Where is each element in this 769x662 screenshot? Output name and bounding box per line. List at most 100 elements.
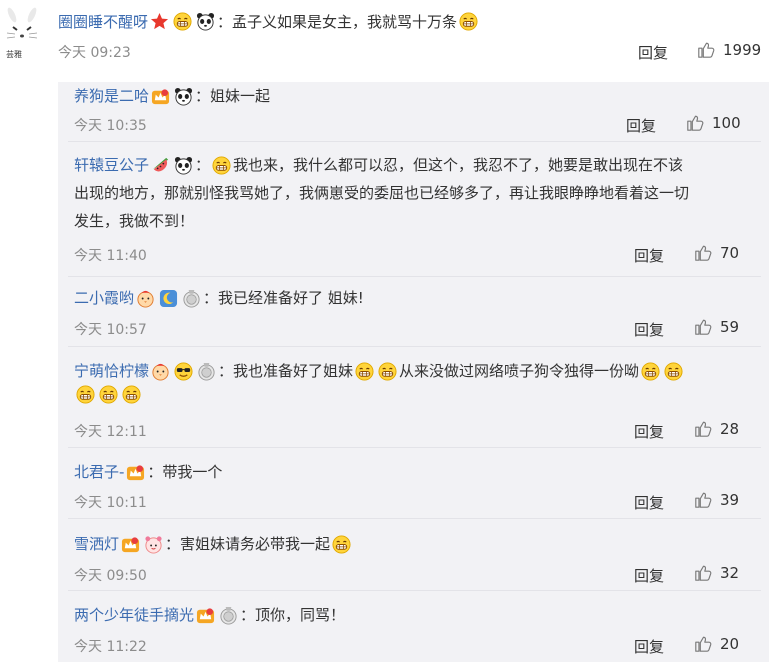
chick-badge-icon: [151, 362, 170, 381]
like-button[interactable]: 70: [694, 244, 739, 262]
reply-text-block: 轩辕豆公子 ： 我也来，我什么都可以忍，但这个，我忍不了，她要是敢出现在不该 出…: [74, 151, 752, 235]
like-thumb-icon: [694, 564, 712, 582]
main-comment: 芸雅 圈圈睡不醒呀 ：孟子义如果是女主，我就骂十万条 今天 09:23 回复 1…: [0, 0, 769, 82]
reply-time: 今天 10:11: [74, 495, 147, 511]
like-thumb-icon: [694, 635, 712, 653]
like-button[interactable]: 59: [694, 318, 739, 336]
reply-line: 二小霞哟 ：我已经准备好了 姐妹!: [74, 285, 364, 311]
reply-button[interactable]: 回复: [634, 245, 664, 266]
reply-time: 今天 10:57: [74, 322, 147, 338]
main-comment-time: 今天 09:23: [58, 45, 131, 61]
reply-line: 养狗是二哈 ：姐妹一起: [74, 83, 270, 109]
like-count: 1999: [723, 41, 762, 59]
like-count: 59: [720, 318, 740, 336]
reply-username[interactable]: 雪洒灯: [74, 531, 119, 557]
silver-medal-icon: [182, 289, 201, 308]
reply-item: 两个少年徒手摘光 ：顶你，同骂！ 今天 11:22 回复 20: [58, 591, 769, 662]
vip-crown-icon: [121, 535, 140, 554]
reply-text: ：我也准备好了姐妹: [218, 362, 354, 380]
moon-badge-icon: [159, 289, 178, 308]
reply-username[interactable]: 北君子-: [74, 459, 124, 485]
grin-emoji-icon: [173, 12, 192, 31]
grin-emoji-icon: [332, 535, 351, 554]
reply-button[interactable]: 回复: [634, 565, 664, 586]
grin-emoji-icon: [99, 385, 118, 404]
grin-emoji-icon: [664, 362, 683, 381]
like-button[interactable]: 20: [694, 635, 739, 653]
chick-badge-icon: [136, 289, 155, 308]
reply-text: ：姐妹一起: [195, 87, 271, 105]
like-button[interactable]: 39: [694, 491, 739, 509]
grin-emoji-icon: [355, 362, 374, 381]
girl-badge-icon: [144, 535, 163, 554]
panda-icon: [174, 87, 193, 106]
grin-emoji-icon: [122, 385, 141, 404]
reply-username[interactable]: 两个少年徒手摘光: [74, 602, 194, 628]
like-button[interactable]: 100: [686, 114, 741, 132]
reply-item: 轩辕豆公子 ： 我也来，我什么都可以忍，但这个，我忍不了，她要是敢出现在不该 出…: [58, 148, 769, 282]
like-count: 100: [712, 114, 741, 132]
watermelon-icon: [151, 156, 170, 175]
reply-item: 北君子- ：带我一个 今天 10:11 回复 39: [58, 448, 769, 519]
grin-emoji-icon: [641, 362, 660, 381]
reply-text: ：顶你，同骂！: [240, 606, 346, 624]
panda-icon: [196, 12, 215, 31]
reply-button[interactable]: 回复: [638, 42, 668, 63]
like-button[interactable]: 1999: [697, 41, 761, 59]
like-thumb-icon: [694, 420, 712, 438]
reply-time: 今天 11:22: [74, 639, 147, 655]
vip-crown-icon: [196, 606, 215, 625]
like-count: 20: [720, 635, 740, 653]
reply-button[interactable]: 回复: [634, 319, 664, 340]
divider: [68, 276, 761, 277]
reply-time: 今天 11:40: [74, 248, 147, 264]
reply-username[interactable]: 二小霞哟: [74, 285, 134, 311]
like-thumb-icon: [697, 41, 715, 59]
reply-text: ：带我一个: [147, 463, 223, 481]
grin-emoji-icon: [212, 156, 231, 175]
grin-emoji-icon: [378, 362, 397, 381]
reply-username[interactable]: 轩辕豆公子: [74, 151, 149, 179]
reply-text: ：我已经准备好了 姐妹!: [203, 289, 364, 307]
reply-line: 雪洒灯 ：害姐妹请务必带我一起: [74, 531, 353, 557]
reply-emoji-line: [74, 385, 143, 404]
grin-emoji-icon: [459, 12, 478, 31]
reply-username[interactable]: 宁萌恰柠檬: [74, 358, 149, 384]
silver-medal-icon: [197, 362, 216, 381]
main-comment-line: 圈圈睡不醒呀 ：孟子义如果是女主，我就骂十万条: [58, 8, 480, 34]
like-count: 32: [720, 564, 740, 582]
reply-username[interactable]: 养狗是二哈: [74, 83, 149, 109]
reply-line: 两个少年徒手摘光 ：顶你，同骂！: [74, 602, 345, 628]
like-count: 70: [720, 244, 740, 262]
reply-button[interactable]: 回复: [634, 421, 664, 442]
like-thumb-icon: [694, 318, 712, 336]
avatar-caption: 芸雅: [6, 50, 22, 59]
reply-text: ：害姐妹请务必带我一起: [165, 535, 331, 553]
silver-medal-icon: [219, 606, 238, 625]
reply-text: 我也来，我什么都可以忍，但这个，我忍不了，她要是敢出现在不该: [233, 156, 684, 174]
panda-icon: [174, 156, 193, 175]
reply-line: 宁萌恰柠檬 ：我也准备好了姐妹 从来没做过网络喷子狗令独得一份呦: [74, 358, 685, 384]
main-comment-username[interactable]: 圈圈睡不醒呀: [58, 11, 148, 32]
main-comment-text: ：孟子义如果是女主，我就骂十万条: [217, 12, 458, 31]
reply-line: 北君子- ：带我一个: [74, 459, 222, 485]
reply-button[interactable]: 回复: [634, 492, 664, 513]
star-badge-icon: [150, 12, 169, 31]
reply-text: 出现的地方，那就别怪我骂她了，我俩崽受的委屈也已经够多了，再让我眼睁睁地看着这一…: [74, 184, 690, 202]
like-button[interactable]: 32: [694, 564, 739, 582]
reply-item: 养狗是二哈 ：姐妹一起 今天 10:35 回复 100: [58, 82, 769, 148]
reply-time: 今天 10:35: [74, 118, 147, 134]
vip-crown-icon: [126, 463, 145, 482]
reply-list: 养狗是二哈 ：姐妹一起 今天 10:35 回复 100 轩辕豆公子 ： 我也来，…: [58, 82, 769, 662]
sunglasses-icon: [174, 362, 193, 381]
reply-text: 从来没做过网络喷子狗令独得一份呦: [399, 362, 640, 380]
reply-item: 二小霞哟 ：我已经准备好了 姐妹! 今天 10:57 回复 59: [58, 282, 769, 347]
reply-button[interactable]: 回复: [626, 115, 656, 136]
divider: [68, 141, 761, 142]
like-thumb-icon: [694, 491, 712, 509]
like-button[interactable]: 28: [694, 420, 739, 438]
like-thumb-icon: [694, 244, 712, 262]
avatar[interactable]: 芸雅: [2, 7, 46, 59]
like-thumb-icon: [686, 114, 704, 132]
reply-button[interactable]: 回复: [634, 636, 664, 657]
